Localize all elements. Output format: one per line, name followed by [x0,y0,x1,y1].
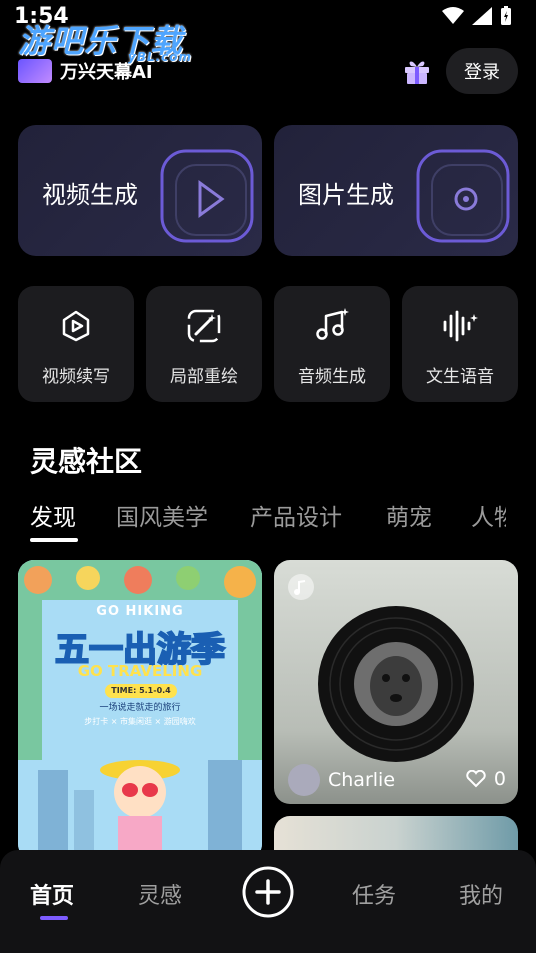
bottom-nav: 首页 灵感 任务 我的 [0,850,536,953]
community-tabs: 发现 国风美学 产品设计 萌宠 人物 [30,498,506,544]
image-generate-label: 图片生成 [298,181,394,209]
tool-video-extend[interactable]: 视频续写 [18,286,134,402]
poster-line3: GO TRAVELING [77,662,203,680]
avatar [288,764,320,796]
video-generate-card[interactable]: 视频生成 [18,125,262,256]
like-count: 0 [493,768,506,790]
tool-text-to-speech-label: 文生语音 [426,367,494,387]
poster-tags: 步打卡 × 市集闲逛 × 游园嗨欢 [84,717,196,726]
voice-wave-icon [443,310,478,342]
watermark-logo: 游吧乐下载 yBL.com [18,16,191,64]
tool-inpaint[interactable]: 局部重绘 [146,286,262,402]
brand-name: 万兴天幕AI [60,62,153,83]
gift-icon[interactable] [402,56,432,86]
tool-text-to-speech[interactable]: 文生语音 [402,286,518,402]
magic-wand-icon [187,309,221,343]
image-frame-icon [416,149,510,243]
tool-audio-generate[interactable]: 音频生成 [274,286,390,402]
heart-icon [466,770,486,788]
add-create-icon[interactable] [242,866,294,918]
status-icons [442,6,512,26]
battery-icon [501,6,511,25]
nav-inspiration[interactable]: 灵感 [138,878,182,910]
author-info[interactable]: Charlie [288,764,395,796]
video-extend-icon [62,310,90,342]
play-frame-icon [160,149,254,243]
login-button[interactable]: 登录 [446,48,518,94]
community-title: 灵感社区 [30,445,143,478]
tool-audio-generate-label: 音频生成 [298,367,366,387]
image-generate-card[interactable]: 图片生成 [274,125,518,256]
tab-active-indicator [30,538,78,542]
tab-people[interactable]: 人物 [471,498,506,532]
music-note-icon [316,308,349,340]
video-generate-label: 视频生成 [42,181,138,209]
tool-video-extend-label: 视频续写 [42,367,110,387]
nav-tasks[interactable]: 任务 [352,878,396,910]
tab-pets[interactable]: 萌宠 [386,498,432,532]
nav-active-indicator [40,916,68,920]
tab-product-design[interactable]: 产品设计 [250,498,342,532]
feed-card-music[interactable]: Charlie 0 [274,560,518,804]
tab-guofeng[interactable]: 国风美学 [116,498,208,532]
brand: 万兴天幕AI [18,58,153,84]
author-name: Charlie [328,769,396,791]
poster-line1: GO HIKING [96,604,184,619]
brand-logo-icon [18,59,52,83]
poster-sub: 一场说走就走的旅行 [99,703,181,713]
feed-card-travel[interactable]: GO HIKING 五一出游季 GO TRAVELING TIME: 5.1-0… [18,560,262,860]
signal-icon [472,7,492,25]
wifi-icon [442,7,464,24]
tool-inpaint-label: 局部重绘 [170,367,238,387]
tab-discover[interactable]: 发现 [30,498,76,532]
poster-time: TIME: 5.1-0.4 [105,684,177,698]
like-button[interactable]: 0 [466,768,506,790]
nav-profile[interactable]: 我的 [459,878,503,910]
nav-home[interactable]: 首页 [30,878,74,910]
